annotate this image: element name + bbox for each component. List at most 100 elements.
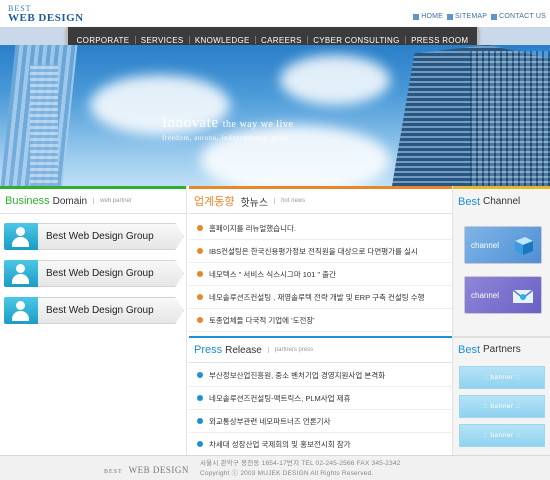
nav-knowledge[interactable]: KNOWLEDGE [195,36,250,45]
box-icon [515,237,533,255]
business-item-label: Best Web Design Group [38,223,184,250]
news-column: 업계동향 핫뉴스 hot news 홈페이지를 리뉴얼했습니다. IBS컨설팅은… [189,186,452,456]
channel-header: Best Channel [453,189,550,214]
news-item-text: 홈페이지를 리뉴얼했습니다. [209,223,296,233]
bullet-icon [197,294,203,300]
bullet-icon [197,271,203,277]
press-subtitle: partners press [267,347,313,353]
partners-title-rest: Partners [483,344,521,355]
news-item[interactable]: IBS컨설팅은 한국신용평가정보 전직원을 대상으로 다면평가를 실시 [189,240,452,263]
square-bullet-icon [447,13,453,20]
business-item-label: Best Web Design Group [38,297,184,324]
sitemap-link[interactable]: SITEMAP [447,13,487,20]
business-domain-header: Business Domain web partner [0,189,186,214]
channel-label: channel [471,240,500,250]
bullet-icon [197,395,203,401]
press-header: Press Release partners press [189,338,452,363]
news-item-text: 토종업체들 다국적 기업에 '도전장' [209,315,315,325]
footer-logo-small: BEST [104,469,123,475]
channel-title-rest: Channel [483,196,521,207]
news-list: 홈페이지를 리뉴얼했습니다. IBS컨설팅은 한국신용평가정보 전직원을 대상으… [189,217,452,332]
cloud-shape [280,55,390,105]
press-list: 부산정보산업진흥원, 중소 벤처기업 경영지원사업 본격화 네모솔루션즈컨설팅-… [189,364,452,456]
contact-link-label: CONTACT US [499,13,546,20]
press-item[interactable]: 외교통상부관련 네모파트너즈 언론기사 [189,410,452,433]
partner-banner[interactable]: :: banner :: [459,424,545,447]
channel-label: channel [471,290,500,300]
person-icon [4,223,38,250]
envelope-icon [512,289,534,303]
press-item[interactable]: 부산정보산업진흥원, 중소 벤처기업 경영지원사업 본격화 [189,364,452,387]
business-item-label: Best Web Design Group [38,260,184,287]
hero-subline: freedom, autono, independence, pride [162,134,290,142]
press-title-accent: Press [194,344,223,356]
business-item[interactable]: Best Web Design Group [4,260,184,287]
nav-corporate[interactable]: CORPORATE [77,36,130,45]
news-header: 업계동향 핫뉴스 hot news [189,189,452,214]
hero-headline-main: Innovate [162,115,219,131]
person-icon [4,297,38,324]
home-link-label: HOME [421,13,443,20]
news-item[interactable]: 홈페이지를 리뉴얼했습니다. [189,217,452,240]
nav-divider [404,36,406,44]
site-logo[interactable]: BEST WEB DESIGN [8,5,84,24]
nav-press-room[interactable]: PRESS ROOM [411,36,468,45]
news-item[interactable]: 네모텍스 " 서비스 식스시그마 101 " 출간 [189,263,452,286]
bullet-icon [197,225,203,231]
footer-logo-big: WEB DESIGN [128,465,189,475]
bullet-icon [197,372,203,378]
bullet-icon [197,317,203,323]
sitemap-link-label: SITEMAP [455,13,488,20]
square-bullet-icon [413,13,420,20]
footer-logo: BEST WEB DESIGN [104,464,189,476]
bullet-icon [197,248,203,254]
news-subtitle: hot news [274,198,305,204]
footer-address: 서울시 관악구 봉천동 1654-17번지 TEL 02-245-2566 FA… [200,460,401,467]
channel-partners-column: Best Channel channel channel Best Partne… [452,186,550,455]
channel-title-accent: Best [458,195,481,208]
footer-copyright: Copyright ⓒ 2003 MUJEK DESIGN All Rights… [200,470,374,477]
hero-tagline: Innovate the way we live freedom, autono… [162,115,293,142]
nav-careers[interactable]: CAREERS [261,36,302,45]
business-title-accent: Business [5,195,50,207]
business-item[interactable]: Best Web Design Group [4,297,184,324]
press-item-text: 외교통상부관련 네모파트너즈 언론기사 [209,416,331,426]
news-title-rest: 핫뉴스 [240,197,269,209]
press-item[interactable]: 차세대 성장산업 국제회의 및 홍보전시회 참가 [189,433,452,456]
business-domain-column: Business Domain web partner Best Web Des… [0,186,187,455]
hero-headline-small: the way we live [222,119,294,130]
nav-cyber-consulting[interactable]: CYBER CONSULTING [313,36,399,45]
bullet-icon [197,418,203,424]
partner-banner[interactable]: :: banner :: [459,366,545,389]
bullet-icon [197,441,203,447]
nav-services[interactable]: SERVICES [141,36,184,45]
news-item[interactable]: 네모솔루션즈컨설팅 , 재영솔루텍 전략 개발 및 ERP 구축 컨설팅 수행 [189,286,452,309]
news-title-accent: 업계동향 [194,196,235,208]
building-left-detail [30,65,58,186]
nav-divider [307,36,309,44]
business-title-rest: Domain [52,195,88,207]
channel-card[interactable]: channel [464,276,542,314]
news-item-text: 네모텍스 " 서비스 식스시그마 101 " 출간 [209,269,336,279]
partner-banner[interactable]: :: banner :: [459,395,545,418]
hero-headline: Innovate the way we live [162,115,293,132]
press-section: Press Release partners press 부산정보산업진흥원, … [189,336,452,456]
business-subtitle: web partner [93,198,132,204]
press-item-text: 차세대 성장산업 국제회의 및 홍보전시회 참가 [209,439,351,449]
business-item[interactable]: Best Web Design Group [4,223,184,250]
partners-title-accent: Best [458,343,481,356]
nav-divider [188,36,190,44]
news-item[interactable]: 토종업체들 다국적 기업에 '도전장' [189,309,452,332]
press-item-text: 부산정보산업진흥원, 중소 벤처기업 경영지원사업 본격화 [209,370,386,380]
logo-line2: WEB DESIGN [8,12,84,24]
home-link[interactable]: HOME [413,13,443,20]
nav-divider [254,36,256,44]
square-bullet-icon [491,13,498,20]
contact-us-link[interactable]: CONTACT US [491,13,546,20]
press-item[interactable]: 네모솔루션즈컨설팅-맥트릭스, PLM사업 제휴 [189,387,452,410]
nav-divider [134,36,136,44]
channel-card[interactable]: channel [464,226,542,264]
person-icon [4,260,38,287]
press-title-rest: Release [225,344,262,356]
news-item-text: 네모솔루션즈컨설팅 , 재영솔루텍 전략 개발 및 ERP 구축 컨설팅 수행 [209,292,425,302]
